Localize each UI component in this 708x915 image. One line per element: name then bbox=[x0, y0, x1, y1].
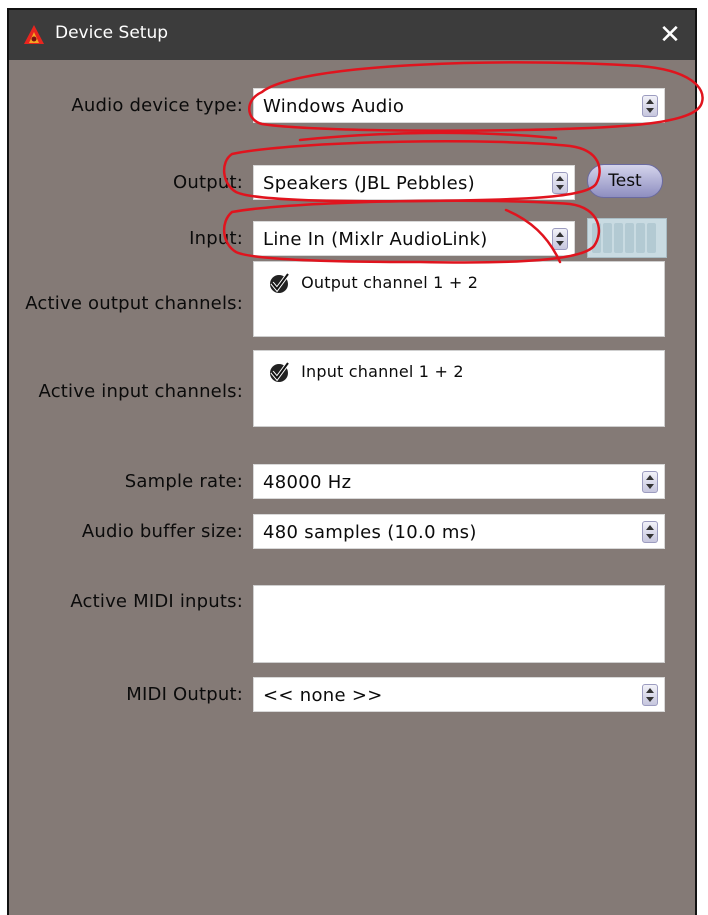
test-button[interactable]: Test bbox=[587, 164, 663, 198]
device-setup-window: Device Setup ✕ Audio device type: Window… bbox=[7, 8, 697, 915]
up-down-arrows-icon bbox=[552, 228, 568, 250]
checkbox-checked-icon bbox=[270, 361, 290, 382]
midi-output-select[interactable]: << none >> bbox=[253, 677, 665, 712]
audio-device-type-label: Audio device type: bbox=[71, 95, 243, 116]
output-channel-1-2-checkbox[interactable]: Output channel 1 + 2 bbox=[268, 272, 478, 294]
audio-buffer-size-value: 480 samples (10.0 ms) bbox=[263, 522, 477, 543]
title-bar: Device Setup ✕ bbox=[9, 10, 695, 60]
active-output-channels-label: Active output channels: bbox=[25, 293, 243, 314]
checkbox-checked-icon bbox=[270, 272, 290, 293]
active-input-channels-list: Input channel 1 + 2 bbox=[253, 350, 665, 427]
input-label: Input: bbox=[189, 228, 243, 249]
audio-device-type-select[interactable]: Windows Audio bbox=[253, 88, 665, 123]
close-icon[interactable]: ✕ bbox=[649, 14, 691, 56]
input-device-value: Line In (Mixlr AudioLink) bbox=[263, 229, 488, 250]
active-output-channels-list: Output channel 1 + 2 bbox=[253, 261, 665, 337]
window-title: Device Setup bbox=[55, 23, 169, 43]
up-down-arrows-icon bbox=[642, 684, 658, 706]
input-level-meter bbox=[587, 218, 667, 258]
checkbox-label: Output channel 1 + 2 bbox=[301, 273, 479, 292]
sample-rate-select[interactable]: 48000 Hz bbox=[253, 464, 665, 499]
active-midi-inputs-label: Active MIDI inputs: bbox=[70, 591, 243, 612]
audio-device-type-value: Windows Audio bbox=[263, 96, 405, 117]
audio-buffer-size-label: Audio buffer size: bbox=[81, 521, 243, 542]
app-icon bbox=[24, 25, 44, 44]
up-down-arrows-icon bbox=[642, 471, 658, 493]
up-down-arrows-icon bbox=[642, 521, 658, 543]
sample-rate-label: Sample rate: bbox=[124, 471, 243, 492]
midi-output-label: MIDI Output: bbox=[126, 684, 243, 705]
up-down-arrows-icon bbox=[552, 172, 568, 194]
input-channel-1-2-checkbox[interactable]: Input channel 1 + 2 bbox=[268, 361, 464, 383]
output-device-value: Speakers (JBL Pebbles) bbox=[263, 173, 475, 194]
up-down-arrows-icon bbox=[642, 95, 658, 117]
active-midi-inputs-list bbox=[253, 585, 665, 663]
active-input-channels-label: Active input channels: bbox=[38, 381, 243, 402]
audio-buffer-size-select[interactable]: 480 samples (10.0 ms) bbox=[253, 514, 665, 549]
midi-output-value: << none >> bbox=[263, 685, 383, 706]
checkbox-label: Input channel 1 + 2 bbox=[301, 362, 464, 381]
output-device-select[interactable]: Speakers (JBL Pebbles) bbox=[253, 165, 575, 200]
input-device-select[interactable]: Line In (Mixlr AudioLink) bbox=[253, 221, 575, 256]
output-label: Output: bbox=[173, 172, 243, 193]
sample-rate-value: 48000 Hz bbox=[263, 472, 352, 493]
